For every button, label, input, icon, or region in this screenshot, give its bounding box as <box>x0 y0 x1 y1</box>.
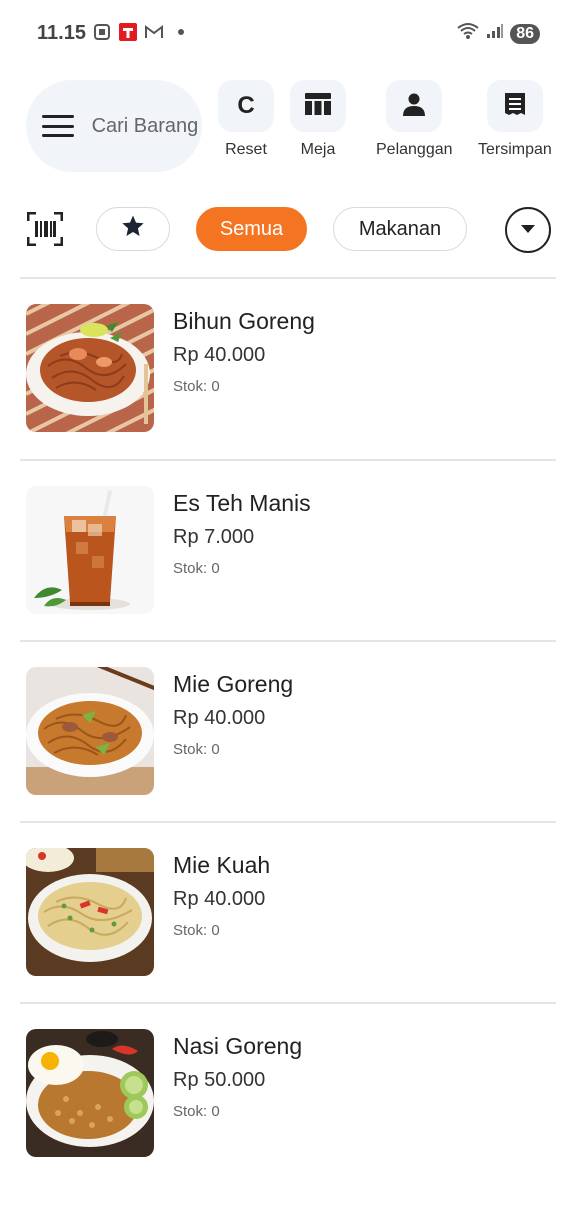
caret-down-icon <box>520 221 536 239</box>
product-price: Rp 40.000 <box>173 888 266 910</box>
customer-button[interactable]: Pelanggan <box>376 80 453 159</box>
product-item[interactable]: Bihun Goreng Rp 40.000 Stok: 0 <box>0 279 576 459</box>
status-time: 11.15 <box>37 22 86 44</box>
barcode-scan-icon[interactable] <box>26 211 64 247</box>
product-name: Mie Kuah <box>173 852 271 878</box>
product-image-mie-goreng <box>26 667 154 795</box>
product-stock: Stok: 0 <box>173 560 220 577</box>
app-notification-icon <box>118 22 138 42</box>
search-bar[interactable]: Cari Barang <box>26 80 202 172</box>
product-image-mie-kuah <box>26 848 154 976</box>
saved-label: Tersimpan <box>478 141 552 158</box>
receipt-icon <box>504 92 526 121</box>
wifi-icon <box>456 22 480 45</box>
chip-semua[interactable]: Semua <box>196 207 307 251</box>
product-name: Mie Goreng <box>173 671 294 697</box>
chip-makanan[interactable]: Makanan <box>333 207 467 251</box>
product-name: Es Teh Manis <box>173 490 311 516</box>
product-stock: Stok: 0 <box>173 378 220 395</box>
product-price: Rp 40.000 <box>173 344 266 366</box>
search-input[interactable]: Cari Barang <box>92 115 202 138</box>
star-icon <box>121 214 145 244</box>
reset-button[interactable]: C Reset <box>218 80 274 159</box>
saved-button[interactable]: Tersimpan <box>478 80 552 159</box>
gmail-icon <box>144 22 164 42</box>
status-bar: 11.15 86 <box>0 0 576 68</box>
reset-label: Reset <box>225 141 267 158</box>
product-image-es-teh-manis <box>26 486 154 614</box>
customer-label: Pelanggan <box>376 141 453 158</box>
product-stock: Stok: 0 <box>173 1103 220 1120</box>
product-image-nasi-goreng <box>26 1029 154 1157</box>
product-price: Rp 40.000 <box>173 707 266 729</box>
product-name: Nasi Goreng <box>173 1033 303 1059</box>
screenshot-icon <box>92 22 112 42</box>
product-item[interactable]: Es Teh Manis Rp 7.000 Stok: 0 <box>0 461 576 641</box>
table-button[interactable]: Meja <box>290 80 346 159</box>
product-price: Rp 50.000 <box>173 1069 266 1091</box>
menu-icon[interactable] <box>42 115 74 137</box>
product-item[interactable]: Mie Goreng Rp 40.000 Stok: 0 <box>0 642 576 822</box>
product-stock: Stok: 0 <box>173 922 220 939</box>
product-name: Bihun Goreng <box>173 308 315 334</box>
product-item[interactable]: Nasi Goreng Rp 50.000 Stok: 0 <box>0 1004 576 1184</box>
reset-c-icon: C <box>237 92 255 119</box>
status-system-icons: 86 <box>456 22 540 45</box>
person-icon <box>402 92 426 121</box>
battery-level: 86 <box>510 23 540 44</box>
more-notifications-dot-icon <box>178 29 184 35</box>
product-item[interactable]: Mie Kuah Rp 40.000 Stok: 0 <box>0 823 576 1003</box>
status-notification-icons <box>92 22 184 42</box>
product-price: Rp 7.000 <box>173 526 255 548</box>
product-stock: Stok: 0 <box>173 741 220 758</box>
favorites-chip[interactable] <box>96 207 170 251</box>
product-image-bihun-goreng <box>26 304 154 432</box>
signal-icon <box>486 23 504 44</box>
category-dropdown-button[interactable] <box>505 207 551 253</box>
table-label: Meja <box>300 141 336 158</box>
table-icon <box>305 92 331 120</box>
